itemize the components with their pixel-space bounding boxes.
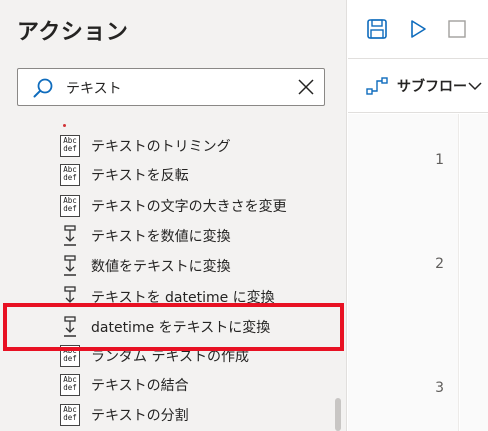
- action-item[interactable]: datetime をテキストに変換: [58, 314, 270, 340]
- stop-icon[interactable]: [446, 18, 468, 40]
- action-item[interactable]: Abc def ランダム テキストの作成: [58, 343, 249, 369]
- line-number: 3: [435, 380, 444, 396]
- convert-icon: [58, 224, 82, 248]
- abc-def-icon: Abc def: [58, 403, 82, 427]
- action-item[interactable]: Abc def テキストを反転: [58, 162, 189, 188]
- action-label: 数値をテキストに変換: [91, 259, 231, 275]
- convert-icon: [58, 315, 82, 339]
- action-item[interactable]: Abc def テキストの分割: [58, 402, 189, 428]
- abc-def-icon: Abc def: [58, 194, 82, 218]
- action-label: テキストを datetime に変換: [91, 290, 275, 306]
- scrollbar-thumb[interactable]: [335, 398, 341, 431]
- abc-def-icon: Abc def: [58, 373, 82, 397]
- action-label: テキストの文字の大きさを変更: [91, 199, 287, 215]
- action-label: テキストのトリミング: [91, 139, 231, 155]
- subflow-dropdown[interactable]: サブフロー: [348, 58, 488, 113]
- abc-def-icon: Abc def: [58, 134, 82, 158]
- action-label: テキストの結合: [91, 378, 189, 394]
- action-item[interactable]: Abc def テキストの結合: [58, 372, 189, 398]
- abc-def-icon: Abc def: [58, 344, 82, 368]
- chevron-down-icon: [468, 82, 482, 91]
- flow-editor[interactable]: 1 2 3: [348, 114, 488, 431]
- panel-title: アクション: [17, 20, 129, 45]
- actions-panel: アクション AbcdefテキストのトリミングAbcdefテキストを反転Abcde…: [0, 0, 347, 431]
- action-item[interactable]: Abc def テキストのトリミング: [58, 133, 231, 159]
- convert-icon: [58, 285, 82, 309]
- play-icon[interactable]: [407, 18, 429, 40]
- abc-def-icon: Abc def: [58, 163, 82, 187]
- gutter-divider: [458, 114, 460, 431]
- action-item[interactable]: テキストを datetime に変換: [58, 284, 275, 310]
- toolbar: [348, 0, 488, 58]
- search-box[interactable]: [17, 68, 325, 106]
- action-label: datetime をテキストに変換: [91, 320, 271, 336]
- action-label: ランダム テキストの作成: [91, 349, 250, 365]
- action-item[interactable]: テキストを数値に変換: [58, 223, 231, 249]
- close-icon[interactable]: [296, 77, 316, 97]
- search-icon: [33, 78, 53, 98]
- marker-dot: [63, 124, 66, 127]
- convert-icon: [58, 254, 82, 278]
- action-label: テキストを反転: [91, 168, 189, 184]
- search-input[interactable]: [66, 77, 286, 99]
- action-label: テキストの分割: [91, 408, 189, 424]
- save-icon[interactable]: [366, 18, 388, 40]
- action-item[interactable]: 数値をテキストに変換: [58, 253, 231, 279]
- subflow-icon: [366, 77, 388, 95]
- line-number: 1: [435, 152, 444, 168]
- action-item[interactable]: Abc def テキストの文字の大きさを変更: [58, 193, 287, 219]
- subflow-label: サブフロー: [397, 79, 467, 95]
- action-label: テキストを数値に変換: [91, 229, 231, 245]
- line-number: 2: [435, 256, 444, 272]
